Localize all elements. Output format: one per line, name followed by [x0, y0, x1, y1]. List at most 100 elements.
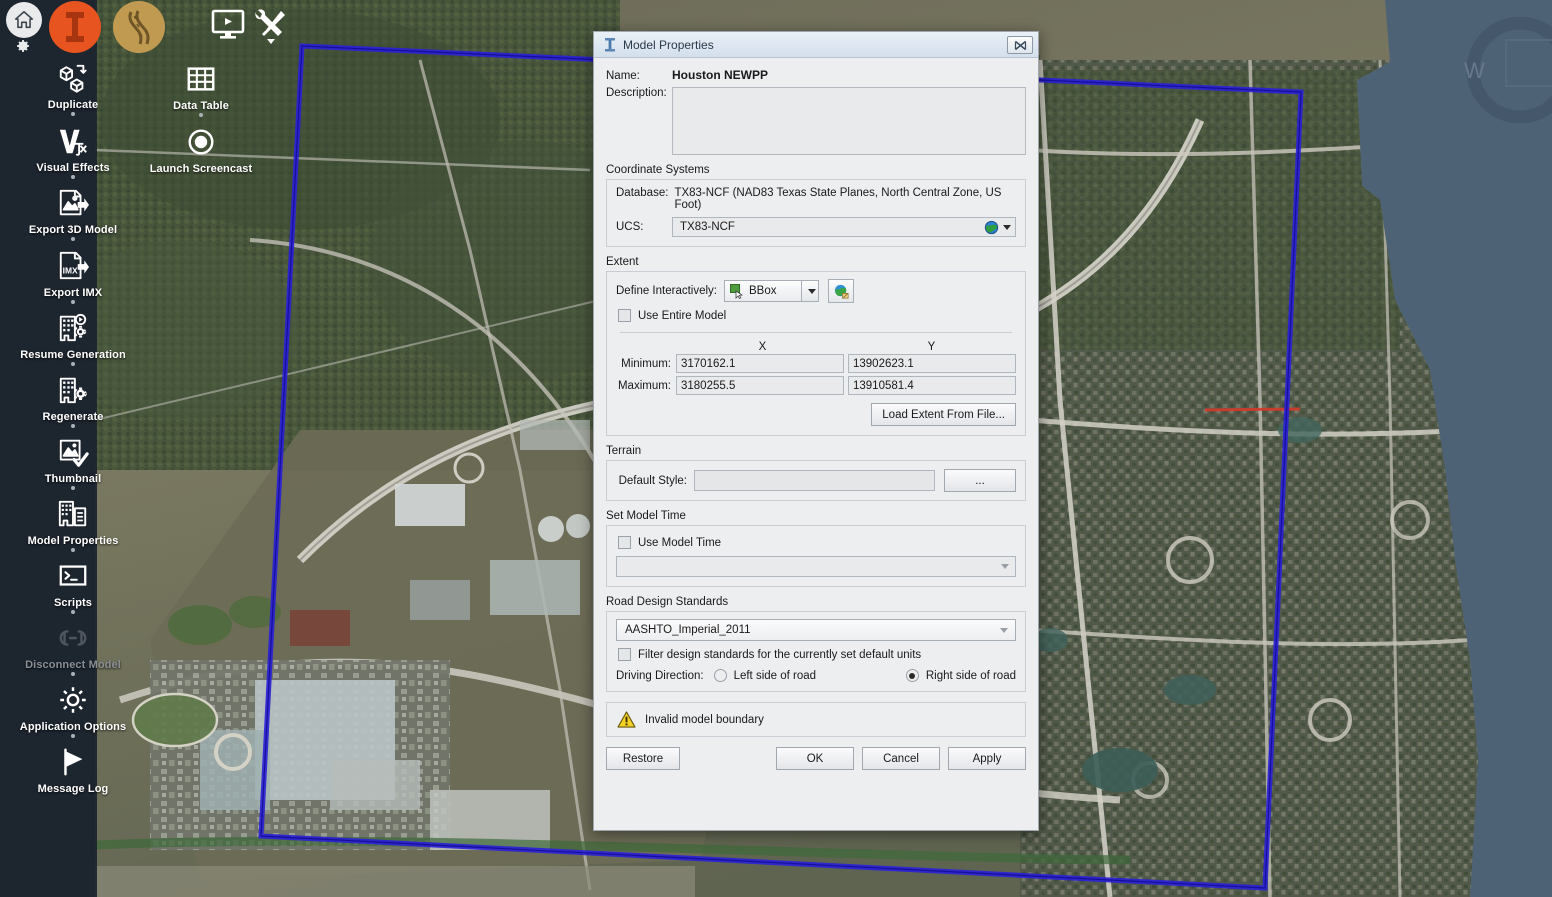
dialog-title-bar[interactable]: Model Properties [594, 32, 1038, 58]
coordinate-systems-label: Coordinate Systems [606, 164, 710, 176]
sidebar-item-export-imx[interactable]: IMX Export IMX [0, 250, 148, 299]
toolbar-separator-dot [71, 362, 75, 366]
sidebar-item-label: Export IMX [43, 287, 103, 299]
warning-triangle-icon [617, 711, 636, 728]
set-model-time-label: Set Model Time [606, 510, 686, 522]
sidebar-item-scripts[interactable]: Scripts [0, 560, 148, 609]
sidebar-item-label: Model Properties [27, 535, 119, 547]
infraworks-logo-button[interactable] [49, 1, 101, 53]
use-model-time-row[interactable]: Use Model Time [618, 536, 1016, 549]
sidebar-item-export-3d-model[interactable]: Export 3D Model [0, 187, 148, 236]
model-properties-dialog: Model Properties Name: Houston NEWPP Des… [593, 31, 1039, 831]
launch-screencast-record-icon [126, 126, 276, 160]
data-table-grid-icon [126, 63, 276, 97]
sidebar-item-resume-generation[interactable]: Resume Generation [0, 312, 148, 361]
toolbar-separator-dot [71, 300, 75, 304]
ucs-label: UCS: [616, 221, 644, 233]
ucs-row: UCS: TX83-NCF [616, 217, 1016, 237]
settings-gear-button[interactable] [13, 36, 33, 56]
toolbar-separator-dot [71, 175, 75, 179]
regenerate-icon [0, 374, 148, 408]
bbox-mode-button[interactable]: BBox [724, 280, 802, 302]
pick-extent-button[interactable] [828, 279, 854, 303]
close-button[interactable] [1007, 36, 1033, 54]
dialog-title: Model Properties [623, 37, 714, 52]
sidebar-item-label: Disconnect Model [25, 659, 121, 671]
road-design-standards-label: Road Design Standards [606, 596, 729, 608]
toolbar-separator-dot [71, 548, 75, 552]
model-name-value: Houston NEWPP [672, 68, 768, 82]
disconnect-model-icon [0, 622, 148, 656]
model-time-combobox[interactable] [616, 556, 1016, 577]
export-imx-icon: IMX [0, 250, 148, 284]
terrain-browse-button[interactable]: ... [944, 469, 1016, 492]
view-cube-navigation[interactable]: W [1442, 8, 1552, 138]
sidebar-item-data-table[interactable]: Data Table [126, 63, 276, 112]
maximum-label: Maximum: [617, 379, 671, 392]
ucs-combobox[interactable]: TX83-NCF [672, 217, 1016, 237]
close-icon [1014, 40, 1026, 50]
filter-standards-checkbox[interactable] [618, 648, 631, 661]
model-properties-icon [605, 37, 615, 51]
toolbar-separator-dot [71, 486, 75, 490]
min-x-input[interactable] [676, 354, 844, 373]
sidebar-item-thumbnail[interactable]: Thumbnail [0, 436, 148, 485]
model-properties-icon [0, 498, 148, 532]
load-extent-from-file-button[interactable]: Load Extent From File... [871, 403, 1016, 426]
cancel-button[interactable]: Cancel [862, 747, 940, 770]
road-design-standards-group: AASHTO_Imperial_2011 Filter design stand… [606, 611, 1026, 692]
ok-button[interactable]: OK [776, 747, 854, 770]
sidebar-item-launch-screencast[interactable]: Launch Screencast [126, 126, 276, 175]
name-row: Name: Houston NEWPP [606, 68, 1026, 82]
home-button[interactable] [6, 2, 42, 38]
min-y-input[interactable] [848, 354, 1016, 373]
svg-text:IMX: IMX [63, 266, 78, 276]
tools-button[interactable] [248, 6, 290, 46]
roadway-design-button[interactable] [113, 1, 165, 53]
message-log-flag-icon [0, 746, 148, 780]
globe-icon [984, 220, 999, 234]
sidebar-item-disconnect-model: Disconnect Model [0, 622, 148, 671]
load-extent-row: Load Extent From File... [616, 403, 1016, 426]
default-style-field[interactable] [694, 470, 935, 491]
sidebar-item-regenerate[interactable]: Regenerate [0, 374, 148, 423]
screencast-monitor-icon [211, 9, 245, 39]
infraworks-application: W Model Properties Name: Houston NEWPP D… [0, 0, 1552, 897]
minimum-label: Minimum: [621, 357, 671, 370]
bbox-select-icon [730, 284, 744, 299]
use-entire-model-row[interactable]: Use Entire Model [618, 309, 1016, 322]
define-interactively-label: Define Interactively: [616, 285, 717, 297]
sidebar-item-model-properties[interactable]: Model Properties [0, 498, 148, 547]
toolbar-separator-dot [71, 237, 75, 241]
screencast-button[interactable] [210, 8, 246, 40]
sidebar-item-label: Message Log [37, 783, 109, 795]
description-row: Description: [606, 87, 1026, 155]
restore-button[interactable]: Restore [606, 747, 680, 770]
sidebar-item-label: Regenerate [42, 411, 104, 423]
description-textarea[interactable] [672, 87, 1026, 155]
left-side-radio[interactable] [713, 669, 727, 682]
max-x-input[interactable] [676, 376, 844, 395]
right-side-radio[interactable] [905, 669, 919, 682]
right-side-option[interactable]: Right side of road [905, 669, 1016, 682]
sidebar-item-label: Data Table [173, 100, 229, 112]
home-icon [14, 10, 34, 29]
road-standard-combobox[interactable]: AASHTO_Imperial_2011 [616, 619, 1016, 641]
max-y-input[interactable] [848, 376, 1016, 395]
use-entire-model-checkbox[interactable] [618, 309, 631, 322]
database-label: Database: [616, 187, 669, 199]
use-model-time-checkbox[interactable] [618, 536, 631, 549]
minimum-row: Minimum: [616, 354, 1016, 373]
scripts-console-icon [0, 560, 148, 594]
default-style-label: Default Style: [618, 474, 687, 487]
left-side-option[interactable]: Left side of road [713, 669, 816, 682]
apply-button[interactable]: Apply [948, 747, 1026, 770]
sidebar-item-label: Application Options [19, 721, 127, 733]
filter-standards-row[interactable]: Filter design standards for the currentl… [618, 648, 1016, 661]
sidebar-item-message-log[interactable]: Message Log [0, 746, 148, 795]
bbox-mode-dropdown[interactable] [802, 280, 819, 302]
sidebar-item-label: Thumbnail [44, 473, 102, 485]
chevron-down-icon [1001, 564, 1009, 569]
sidebar-item-application-options[interactable]: Application Options [0, 684, 148, 733]
chevron-down-icon [808, 288, 816, 294]
